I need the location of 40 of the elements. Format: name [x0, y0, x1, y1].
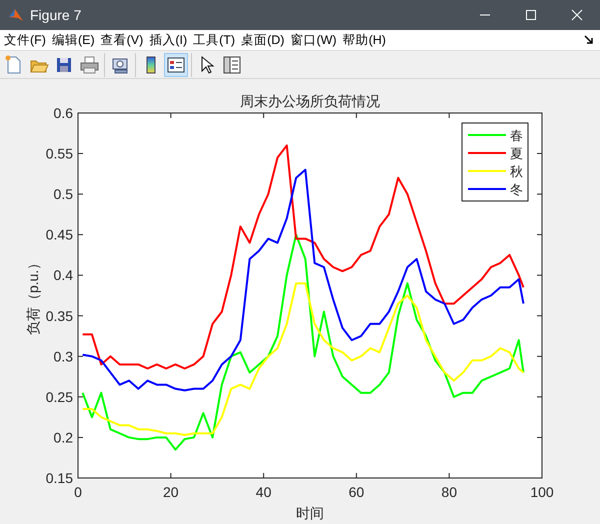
menu-item[interactable]: 窗口(W) — [289, 32, 342, 48]
x-axis-label: 时间 — [296, 505, 324, 521]
y-tick-label: 0.35 — [46, 308, 73, 324]
toolbar-legend-button[interactable] — [164, 52, 188, 76]
x-tick-label: 80 — [441, 484, 457, 500]
legend-icon — [166, 54, 186, 74]
legend-label: 秋 — [510, 164, 523, 179]
menu-item[interactable]: 文件(F) — [3, 32, 51, 48]
menu-item[interactable]: 查看(V) — [100, 32, 148, 48]
y-axis-label: 负荷（p.u.） — [25, 256, 41, 336]
x-tick-label: 0 — [74, 484, 82, 500]
printer-icon — [79, 54, 99, 74]
menu-item[interactable]: 帮助(H) — [342, 32, 391, 48]
menu-item[interactable]: 编辑(E) — [50, 32, 100, 48]
x-tick-label: 60 — [348, 484, 364, 500]
close-icon — [571, 9, 583, 21]
menu-item[interactable]: 桌面(D) — [240, 32, 290, 48]
panel-icon — [222, 54, 242, 74]
legend-label: 冬 — [510, 182, 523, 197]
maximize-icon — [525, 9, 537, 21]
y-tick-label: 0.45 — [46, 226, 73, 243]
y-tick-label: 0.55 — [46, 146, 73, 162]
window-title: Figure 7 — [30, 7, 82, 23]
chart-title: 周末办公场所负荷情况 — [240, 93, 380, 109]
x-tick-label: 20 — [163, 484, 179, 500]
y-tick-label: 0.5 — [54, 186, 73, 202]
dock-arrow-icon[interactable] — [584, 35, 594, 45]
y-tick-label: 0.3 — [54, 348, 73, 364]
legend-label: 夏 — [510, 146, 523, 161]
app-logo-icon — [8, 7, 24, 23]
menu-item[interactable]: 工具(T) — [192, 32, 240, 48]
menu-item[interactable]: 插入(I) — [148, 32, 192, 48]
y-tick-label: 0.6 — [54, 105, 73, 121]
legend-label: 春 — [510, 128, 523, 143]
y-tick-label: 0.4 — [54, 267, 73, 284]
x-tick-label: 100 — [530, 484, 554, 500]
y-tick-label: 0.2 — [54, 429, 73, 446]
y-tick-label: 0.15 — [46, 470, 73, 486]
x-tick-label: 40 — [256, 484, 272, 500]
y-tick-label: 0.25 — [46, 388, 73, 405]
